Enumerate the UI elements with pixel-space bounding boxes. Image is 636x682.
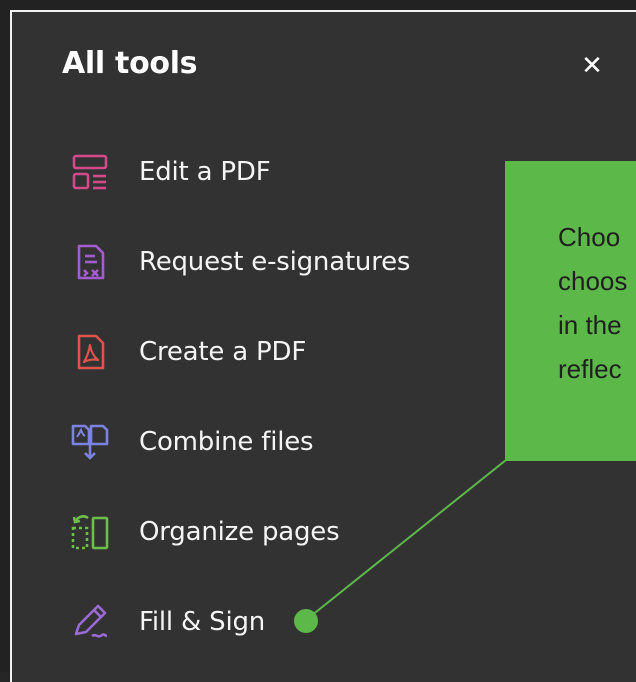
tool-organize-pages[interactable]: Organize pages [70,510,340,554]
tooltip-callout: Choo choos in the reflec [505,161,636,461]
tool-label: Organize pages [139,517,340,547]
callout-line: choos [558,266,628,296]
fill-sign-icon [70,602,110,642]
close-button[interactable]: ✕ [578,51,606,81]
callout-line: reflec [558,354,622,384]
panel-title: All tools [62,46,198,81]
create-pdf-icon [70,332,110,372]
tool-label: Fill & Sign [139,607,266,637]
combine-files-icon [70,422,110,462]
tool-label: Edit a PDF [139,157,271,187]
tool-label: Combine files [139,427,314,457]
tool-label: Request e-signatures [139,247,411,277]
callout-line: in the [558,310,622,340]
callout-line: Choo [558,222,621,252]
tool-edit-pdf[interactable]: Edit a PDF [70,150,271,194]
tool-request-signatures[interactable]: Request e-signatures [70,240,410,284]
tool-label: Create a PDF [139,337,307,367]
tool-combine-files[interactable]: Combine files [70,420,314,464]
request-signature-icon [70,242,110,282]
organize-pages-icon [70,512,110,552]
tool-create-pdf[interactable]: Create a PDF [70,330,306,374]
tool-fill-sign[interactable]: Fill & Sign [70,600,265,644]
edit-pdf-icon [70,152,110,192]
